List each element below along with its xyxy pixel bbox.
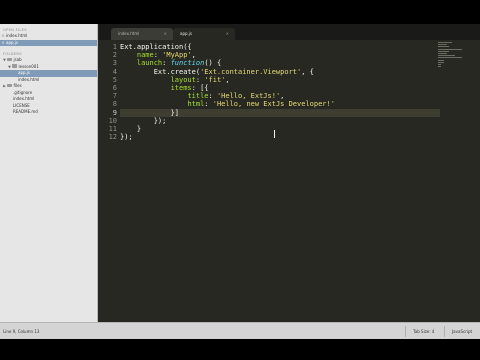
open-files-header: OPEN FILES [3, 28, 27, 32]
letterbox-bottom [0, 339, 480, 360]
tree-label: index.html [18, 76, 40, 82]
code-line[interactable]: items: [{ [120, 84, 440, 92]
tree-file-readme[interactable]: README.md [0, 109, 97, 116]
line-number: 4 [112, 67, 117, 76]
minimap-line [438, 57, 462, 59]
scrollbar[interactable] [474, 40, 478, 322]
code-line[interactable]: html: 'Hello, new ExtJs Developer!' [120, 100, 440, 108]
close-tab-icon[interactable]: × [164, 31, 167, 36]
code-editor[interactable]: 1 2 3 4 5 6 7 8 9 10 11 12 Ext.applicati… [99, 40, 480, 322]
tree-label: app.js [18, 70, 30, 75]
tree-label: files [13, 83, 22, 88]
open-file-label: app.js [6, 39, 18, 45]
line-number: 10 [108, 116, 117, 125]
tree-label: README.md [13, 109, 38, 114]
line-number: 1 [112, 43, 117, 51]
code-text[interactable]: Ext.application({ name: 'MyApp', launch:… [120, 43, 440, 141]
line-number: 6 [112, 83, 117, 92]
line-number: 12 [108, 133, 117, 142]
minimap-line [438, 55, 455, 57]
code-line[interactable]: Ext.application({ [120, 43, 440, 51]
editor-window: OPEN FILES ×index.html ×app.js FOLDERS ▼… [0, 24, 480, 339]
open-file-app-js[interactable]: ×app.js [0, 39, 97, 46]
syntax-selector[interactable]: JavaScript [452, 329, 472, 334]
minimap-line [438, 44, 447, 46]
code-line[interactable]: launch: function() { [120, 59, 440, 67]
minimap-line [438, 42, 452, 43]
line-number: 7 [112, 92, 117, 101]
status-separator [444, 326, 445, 337]
tree-label: LICENSE [13, 102, 30, 108]
minimap-line [438, 59, 444, 61]
code-line[interactable]: layout: 'fit', [120, 76, 440, 84]
line-number: 11 [108, 124, 117, 133]
minimap-line [438, 66, 441, 68]
code-line[interactable]: } [120, 125, 440, 133]
tree-label: .gitignore [13, 89, 33, 95]
line-number: 5 [112, 75, 117, 84]
tab-size-selector[interactable]: Tab Size: 4 [413, 329, 434, 334]
letterbox-top [0, 0, 480, 24]
line-number: 2 [112, 51, 117, 60]
tab-label: app.js [180, 31, 192, 36]
minimap-line [438, 50, 449, 52]
cursor-position: Line 9, Column 13 [3, 329, 40, 334]
line-number-gutter: 1 2 3 4 5 6 7 8 9 10 11 12 [99, 43, 117, 141]
tab-app-js[interactable]: app.js × [173, 28, 235, 40]
minimap[interactable] [438, 42, 468, 68]
code-line[interactable]: }); [120, 117, 440, 125]
minimap-line [438, 46, 450, 48]
minimap-line [438, 48, 462, 50]
text-cursor [274, 130, 275, 138]
tab-label: index.html [118, 31, 140, 36]
line-number: 9 [112, 108, 117, 117]
tree-label: index.html [13, 96, 35, 101]
code-line[interactable]: Ext.create('Ext.container.Viewport', { [120, 68, 440, 76]
tab-bar: index.html × app.js × [99, 24, 480, 40]
code-line[interactable]: name: 'MyApp', [120, 51, 440, 59]
open-file-label: index.html [6, 33, 28, 38]
minimap-line [438, 61, 444, 63]
minimap-line [438, 52, 447, 54]
status-bar: Line 9, Column 13 Tab Size: 4 JavaScript [0, 322, 480, 339]
close-tab-icon[interactable]: × [226, 31, 229, 36]
tree-label: jsab [13, 57, 22, 62]
code-line[interactable]: }] [120, 108, 440, 117]
sidebar: OPEN FILES ×index.html ×app.js FOLDERS ▼… [0, 24, 98, 322]
line-number: 3 [112, 59, 117, 68]
folder-icon [7, 57, 12, 62]
line-number: 8 [112, 100, 117, 109]
folder-icon [7, 83, 12, 88]
folders-header: FOLDERS [3, 52, 22, 56]
status-separator [405, 326, 406, 337]
tab-index-html[interactable]: index.html × [111, 28, 173, 40]
code-line[interactable]: title: 'Hello, ExtJs!', [120, 92, 440, 100]
tree-label: lesson001 [18, 63, 39, 69]
folder-icon [12, 64, 17, 68]
code-line[interactable]: }); [120, 133, 440, 141]
minimap-line [438, 63, 441, 65]
